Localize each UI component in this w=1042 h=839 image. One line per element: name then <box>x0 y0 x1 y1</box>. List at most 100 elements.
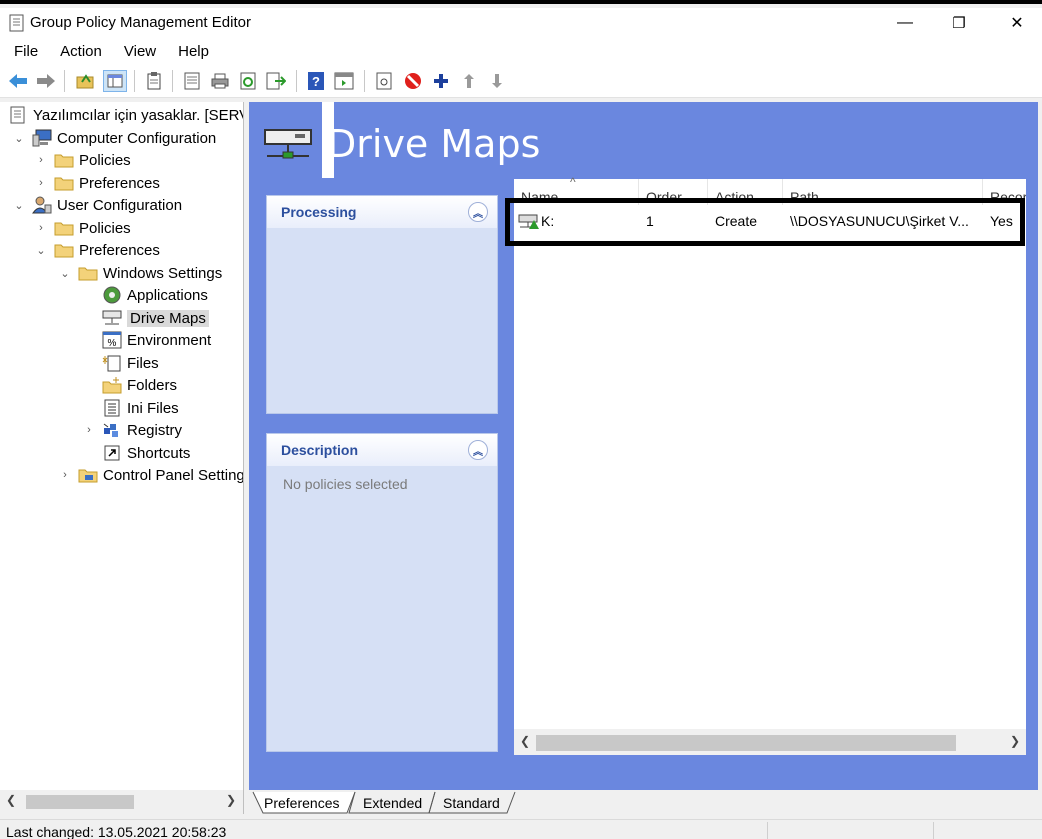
move-up-icon[interactable] <box>459 71 479 91</box>
print-icon[interactable] <box>210 71 230 91</box>
new-item-icon[interactable] <box>374 71 394 91</box>
tree-folders[interactable]: Folders <box>102 374 177 396</box>
scroll-right-icon[interactable]: ❯ <box>1010 734 1020 748</box>
scroll-left-icon[interactable]: ❮ <box>520 734 530 748</box>
gpo-document-icon <box>8 106 28 124</box>
tree-horizontal-scrollbar[interactable]: ❮ ❯ <box>0 790 244 814</box>
close-button[interactable]: ✕ <box>994 8 1040 38</box>
description-panel-header[interactable]: Description ︽ <box>267 434 497 466</box>
tree-user-configuration[interactable]: ⌄ User Configuration <box>8 194 182 216</box>
menu-file[interactable]: File <box>0 43 46 60</box>
console-tree: Yazılımcılar için yasaklar. [SERVE ⌄ Com… <box>0 102 244 790</box>
move-down-icon[interactable] <box>487 71 507 91</box>
tree-uc-preferences[interactable]: ⌄ Preferences <box>32 239 159 261</box>
view-tabs: Preferences Extended Standard <box>249 790 1042 814</box>
drive-map-large-icon <box>263 128 313 166</box>
up-folder-icon[interactable] <box>75 71 95 91</box>
tree-control-panel-settings[interactable]: › Control Panel Setting <box>56 464 243 486</box>
scroll-right-icon[interactable]: ❯ <box>226 793 236 807</box>
tab-preferences[interactable]: Preferences <box>254 792 349 814</box>
tree-registry[interactable]: › Registry <box>80 419 182 441</box>
chevron-right-icon[interactable]: › <box>82 423 96 437</box>
add-icon[interactable] <box>431 71 451 91</box>
restore-button[interactable]: ❐ <box>936 8 982 38</box>
folder-icon <box>54 174 74 192</box>
window-title: Group Policy Management Editor <box>30 14 251 31</box>
chevron-right-icon[interactable]: › <box>58 468 72 482</box>
page-title: Drive Maps <box>327 122 541 166</box>
back-arrow-icon[interactable] <box>8 71 28 91</box>
svg-text:?: ? <box>312 74 320 89</box>
scroll-thumb[interactable] <box>26 795 134 809</box>
chevron-down-icon[interactable]: ⌄ <box>12 198 26 212</box>
tree-environment[interactable]: % Environment <box>102 329 211 351</box>
tree-files[interactable]: Files <box>102 352 159 374</box>
stop-icon[interactable] <box>403 71 423 91</box>
tab-standard[interactable]: Standard <box>433 792 510 814</box>
app-window: Group Policy Management Editor — ❐ ✕ Fil… <box>0 0 1042 839</box>
details-pane: Drive Maps Processing ︽ Description ︽ No… <box>249 102 1038 790</box>
menu-view[interactable]: View <box>110 43 164 60</box>
minimize-button[interactable]: — <box>882 8 928 38</box>
status-text: Last changed: 13.05.2021 20:58:23 <box>6 824 227 839</box>
status-bar: Last changed: 13.05.2021 20:58:23 <box>0 819 1042 839</box>
chevron-down-icon[interactable]: ⌄ <box>58 266 72 280</box>
folder-icon <box>78 264 98 282</box>
control-panel-folder-icon <box>78 466 98 484</box>
tree-applications[interactable]: Applications <box>102 284 208 306</box>
chevron-right-icon[interactable]: › <box>34 176 48 190</box>
applications-icon <box>102 286 122 304</box>
menu-bar: File Action View Help <box>0 38 1042 64</box>
menu-action[interactable]: Action <box>46 43 110 60</box>
folders-icon <box>102 376 122 394</box>
tree-ini-files[interactable]: Ini Files <box>102 397 179 419</box>
scroll-left-icon[interactable]: ❮ <box>6 793 16 807</box>
tree-cc-policies[interactable]: › Policies <box>32 149 131 171</box>
tree-root[interactable]: Yazılımcılar için yasaklar. [SERVE <box>8 104 243 126</box>
user-icon <box>32 196 52 214</box>
computer-icon <box>32 129 52 147</box>
action-pane-icon[interactable] <box>334 71 354 91</box>
toolbar: ? <box>0 64 1042 98</box>
sort-ascending-icon: ^ <box>570 175 576 189</box>
ini-file-icon <box>102 399 122 417</box>
properties-icon[interactable] <box>182 71 202 91</box>
folder-icon <box>54 219 74 237</box>
svg-text:%: % <box>108 338 117 349</box>
highlight-box <box>505 198 1025 246</box>
tree-windows-settings[interactable]: ⌄ Windows Settings <box>56 262 222 284</box>
tab-extended[interactable]: Extended <box>353 792 432 814</box>
tree-drive-maps[interactable]: Drive Maps <box>102 307 209 329</box>
refresh-icon[interactable] <box>238 71 258 91</box>
chevron-down-icon[interactable]: ⌄ <box>12 131 26 145</box>
menu-help[interactable]: Help <box>164 43 217 60</box>
description-text: No policies selected <box>283 476 408 492</box>
processing-panel-header[interactable]: Processing ︽ <box>267 196 497 228</box>
gpo-editor-icon <box>9 14 25 36</box>
chevron-down-icon[interactable]: ⌄ <box>34 243 48 257</box>
tree-computer-configuration[interactable]: ⌄ Computer Configuration <box>8 127 216 149</box>
description-panel: Description ︽ No policies selected <box>266 433 498 752</box>
help-icon[interactable]: ? <box>306 71 326 91</box>
tree-uc-policies[interactable]: › Policies <box>32 217 131 239</box>
chevron-right-icon[interactable]: › <box>34 221 48 235</box>
list-horizontal-scrollbar[interactable]: ❮ ❯ <box>514 729 1026 755</box>
show-hide-tree-icon[interactable] <box>103 70 127 92</box>
tree-shortcuts[interactable]: Shortcuts <box>102 442 190 464</box>
registry-icon <box>102 421 122 439</box>
files-icon <box>102 354 122 372</box>
clipboard-icon[interactable] <box>144 71 164 91</box>
folder-icon <box>54 151 74 169</box>
collapse-icon[interactable]: ︽ <box>468 202 488 222</box>
scroll-thumb[interactable] <box>536 735 956 751</box>
drive-map-icon <box>102 309 122 327</box>
chevron-right-icon[interactable]: › <box>34 153 48 167</box>
collapse-icon[interactable]: ︽ <box>468 440 488 460</box>
folder-icon <box>54 241 74 259</box>
shortcut-icon <box>102 444 122 462</box>
environment-icon: % <box>102 331 122 349</box>
export-list-icon[interactable] <box>266 71 286 91</box>
forward-arrow-icon[interactable] <box>36 71 56 91</box>
tree-cc-preferences[interactable]: › Preferences <box>32 172 160 194</box>
title-bar: Group Policy Management Editor — ❐ ✕ <box>0 8 1042 38</box>
